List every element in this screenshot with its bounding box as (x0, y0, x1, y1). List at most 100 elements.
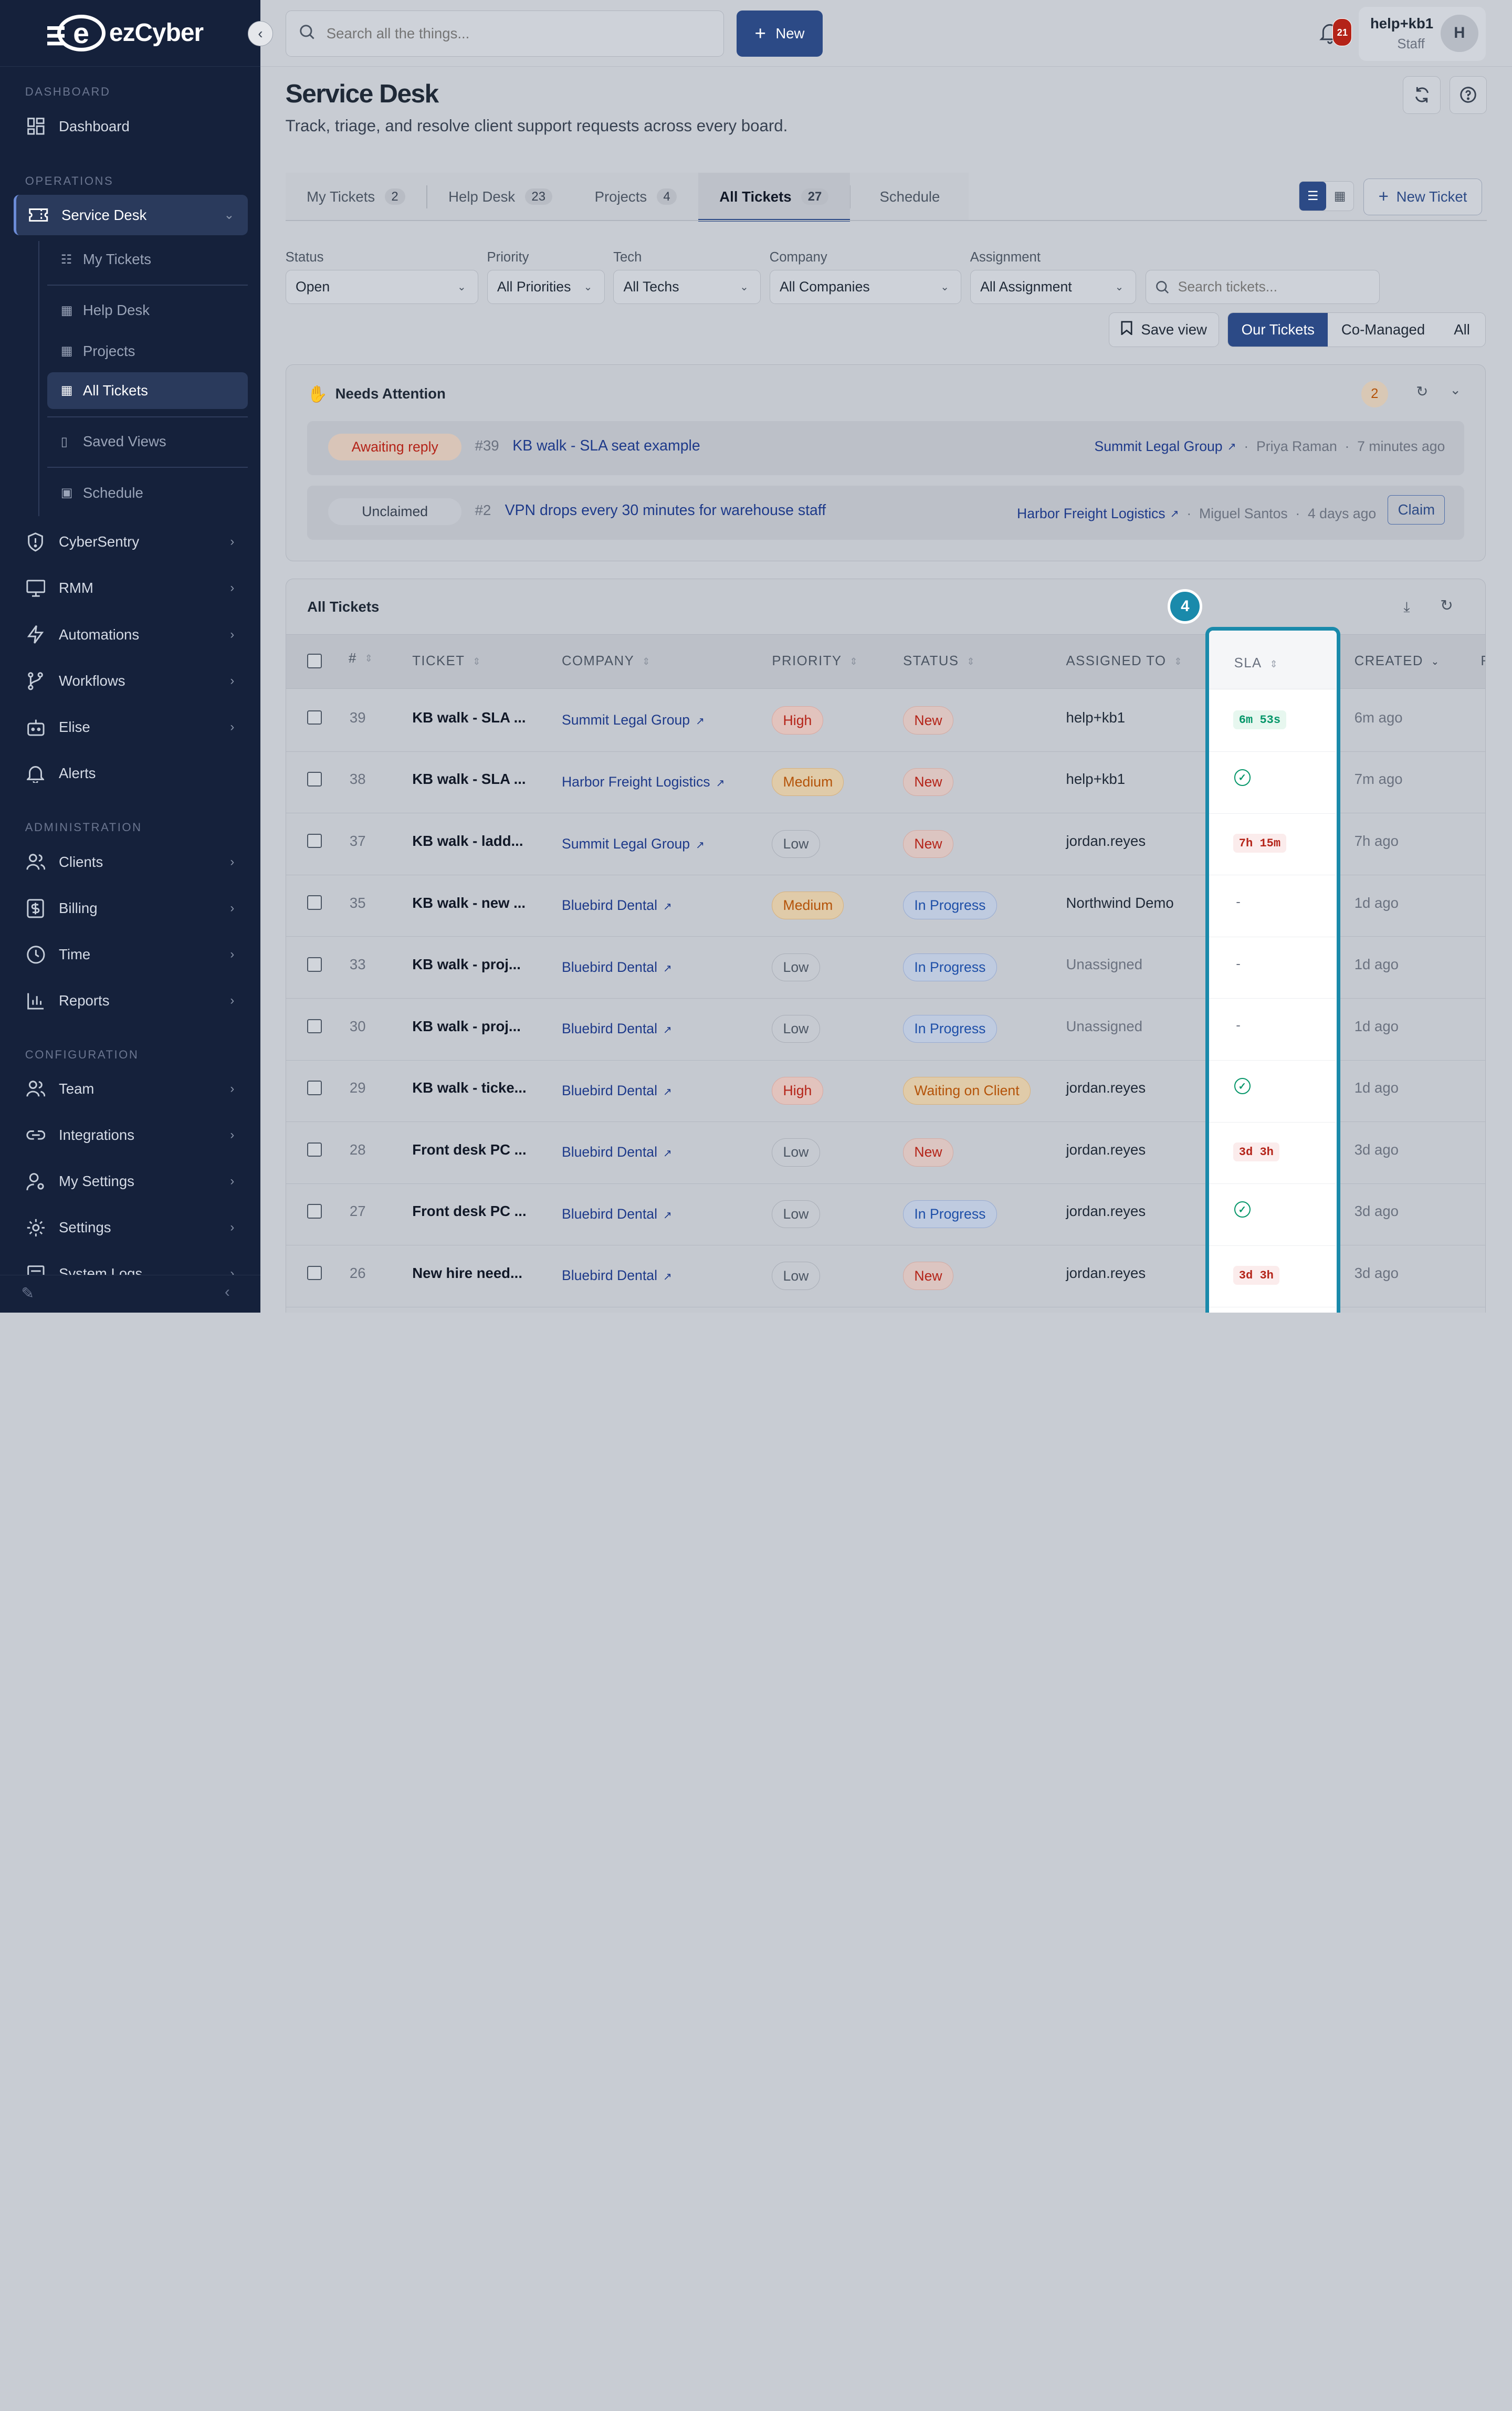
global-search[interactable] (285, 11, 724, 57)
grid-view-icon[interactable]: ▦ (1326, 182, 1353, 211)
ticket-search-input[interactable] (1178, 278, 1371, 295)
select-all-checkbox[interactable] (307, 654, 322, 668)
company-link[interactable]: Bluebird Dental ↗ (562, 1267, 672, 1284)
tab-my-tickets[interactable]: My Tickets 2 (286, 173, 426, 221)
sidebar-item-time[interactable]: Time › (14, 935, 248, 975)
sidebar-item-my-tickets[interactable]: ☷ My Tickets (47, 241, 248, 278)
new-ticket-button[interactable]: + New Ticket (1363, 178, 1482, 215)
sidebar-item-integrations[interactable]: Integrations › (14, 1115, 248, 1155)
sidebar-item-cybersentry[interactable]: CyberSentry › (14, 522, 248, 562)
ticket-title-link[interactable]: Front desk PC ... (412, 1141, 526, 1158)
company-link[interactable]: Bluebird Dental ↗ (562, 1021, 672, 1037)
row-checkbox[interactable] (307, 833, 322, 848)
refresh-icon[interactable]: ↻ (1440, 596, 1453, 615)
ticket-title-link[interactable]: KB walk - SLA seat example (512, 437, 700, 455)
attention-item[interactable]: Unclaimed #2 VPN drops every 30 minutes … (307, 485, 1465, 540)
ticket-title-link[interactable]: Front desk PC ... (412, 1203, 526, 1220)
row-checkbox[interactable] (307, 710, 322, 725)
sidebar-item-alerts[interactable]: Alerts (14, 753, 248, 793)
company-link[interactable]: Bluebird Dental ↗ (562, 1083, 672, 1099)
col-company[interactable]: COMPANY ⇕ (562, 654, 651, 669)
row-checkbox[interactable] (307, 1265, 322, 1281)
row-checkbox[interactable] (307, 895, 322, 910)
sidebar-item-clients[interactable]: Clients › (14, 842, 248, 882)
sidebar-item-billing[interactable]: Billing › (14, 888, 248, 929)
row-checkbox[interactable] (307, 772, 322, 787)
sidebar-item-dashboard[interactable]: Dashboard (14, 106, 248, 146)
col-status[interactable]: STATUS ⇕ (903, 654, 975, 669)
company-select[interactable]: All Companies ⌄ (769, 270, 962, 304)
company-link[interactable]: Bluebird Dental ↗ (562, 959, 672, 976)
notifications-button[interactable]: 21 (1319, 18, 1352, 47)
sidebar-item-schedule[interactable]: ▣ Schedule (47, 475, 248, 511)
company-link[interactable]: Bluebird Dental ↗ (562, 1144, 672, 1160)
save-view-button[interactable]: Save view (1109, 312, 1219, 348)
download-icon[interactable]: ⤓ (1403, 599, 1410, 616)
new-button[interactable]: + New (737, 11, 823, 57)
pencil-icon[interactable]: ✎ (21, 1284, 34, 1303)
sidebar-collapse-button[interactable]: ‹ (248, 21, 273, 47)
col-sla[interactable]: SLA ⇕ (1209, 630, 1337, 689)
brand-logo[interactable]: e ezCyber (0, 0, 260, 67)
chevron-down-icon[interactable]: ⌄ (1450, 382, 1462, 398)
sidebar-item-projects[interactable]: ▦ Projects (47, 333, 248, 370)
sidebar-item-automations[interactable]: Automations › (14, 614, 248, 655)
col-created[interactable]: CREATED ⌄ (1354, 654, 1440, 669)
col-number[interactable]: # ⇕ (349, 651, 373, 666)
ticket-search[interactable] (1145, 270, 1380, 304)
sidebar-item-help-desk[interactable]: ▦ Help Desk (47, 292, 248, 329)
refresh-button[interactable] (1403, 76, 1441, 114)
sidebar-item-saved-views[interactable]: ▯ Saved Views (47, 423, 248, 460)
user-menu[interactable]: help+kb1 Staff H (1358, 6, 1486, 61)
ticket-title-link[interactable]: KB walk - ladd... (412, 833, 523, 850)
company-link[interactable]: Summit Legal Group ↗ (562, 712, 705, 728)
sidebar-item-settings[interactable]: Settings › (14, 1208, 248, 1248)
tab-help-desk[interactable]: Help Desk 23 (427, 173, 573, 221)
company-link[interactable]: Bluebird Dental ↗ (562, 897, 672, 914)
sidebar-item-elise[interactable]: Elise › (14, 707, 248, 747)
row-checkbox[interactable] (307, 1204, 322, 1219)
priority-select[interactable]: All Priorities ⌄ (487, 270, 605, 304)
sidebar-item-team[interactable]: Team › (14, 1068, 248, 1109)
tech-select[interactable]: All Techs ⌄ (613, 270, 761, 304)
search-input[interactable] (326, 25, 693, 43)
sidebar-item-all-tickets[interactable]: ▦ All Tickets (47, 372, 248, 409)
refresh-icon[interactable]: ↻ (1416, 383, 1428, 400)
ticket-title-link[interactable]: KB walk - SLA ... (412, 709, 526, 726)
col-extra[interactable]: R (1480, 654, 1485, 669)
col-priority[interactable]: PRIORITY ⇕ (772, 654, 858, 669)
company-link[interactable]: Summit Legal Group ↗ (562, 836, 705, 852)
scope-all[interactable]: All (1438, 313, 1486, 347)
tab-schedule[interactable]: Schedule (850, 173, 969, 221)
sidebar-item-workflows[interactable]: Workflows › (14, 661, 248, 701)
help-button[interactable] (1449, 76, 1487, 114)
company-link[interactable]: Bluebird Dental ↗ (562, 1206, 672, 1222)
company-link[interactable]: Harbor Freight Logistics (1017, 506, 1166, 522)
sidebar-item-service-desk[interactable]: Service Desk ⌄ (13, 195, 248, 236)
sidebar-item-my-settings[interactable]: My Settings › (14, 1161, 248, 1201)
ticket-title-link[interactable]: KB walk - proj... (412, 956, 521, 973)
ticket-title-link[interactable]: KB walk - SLA ... (412, 771, 526, 788)
tab-projects[interactable]: Projects 4 (573, 173, 698, 221)
company-link[interactable]: Summit Legal Group (1094, 438, 1222, 455)
ticket-title-link[interactable]: KB walk - proj... (412, 1018, 521, 1035)
sidebar-item-rmm[interactable]: RMM › (14, 568, 248, 609)
row-checkbox[interactable] (307, 1081, 322, 1095)
col-ticket[interactable]: TICKET ⇕ (412, 654, 481, 669)
ticket-title-link[interactable]: New hire need... (412, 1265, 522, 1282)
ticket-title-link[interactable]: VPN drops every 30 minutes for warehouse… (505, 502, 826, 519)
attention-item[interactable]: Awaiting reply #39 KB walk - SLA seat ex… (307, 421, 1465, 475)
tab-all-tickets[interactable]: All Tickets 27 (698, 172, 850, 222)
collapse-sidebar-icon[interactable]: ‹ (225, 1283, 230, 1301)
ticket-title-link[interactable]: KB walk - new ... (412, 895, 526, 911)
scope-co-managed[interactable]: Co-Managed (1328, 313, 1438, 347)
col-assigned[interactable]: ASSIGNED TO ⇕ (1066, 654, 1183, 669)
sidebar-item-reports[interactable]: Reports › (14, 981, 248, 1021)
list-view-icon[interactable]: ☰ (1299, 182, 1327, 211)
assignment-select[interactable]: All Assignment ⌄ (970, 270, 1136, 304)
row-checkbox[interactable] (307, 1019, 322, 1034)
claim-button[interactable]: Claim (1388, 495, 1445, 525)
ticket-title-link[interactable]: KB walk - ticke... (412, 1079, 526, 1096)
status-select[interactable]: Open ⌄ (285, 270, 478, 304)
row-checkbox[interactable] (307, 957, 322, 972)
